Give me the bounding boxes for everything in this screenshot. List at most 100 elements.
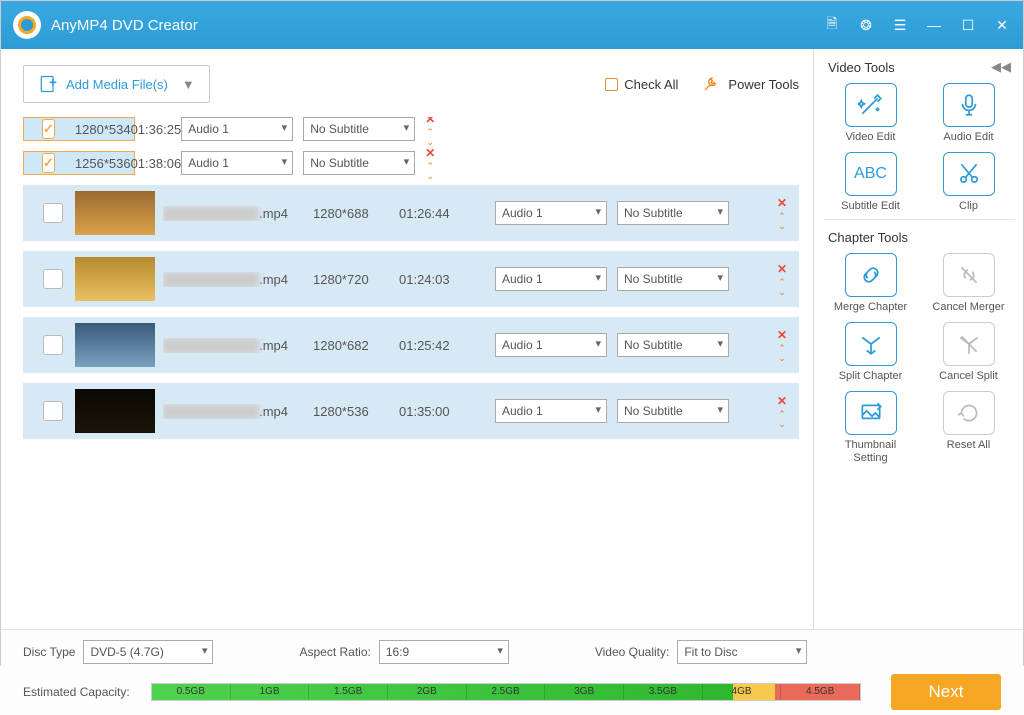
media-row[interactable]: ██████████.mp41280*68201:25:42 ✕ ⌃ ⌄: [23, 317, 799, 373]
subtitle-edit-tool[interactable]: ABC Subtitle Edit: [829, 152, 913, 213]
media-row[interactable]: ██████████.mp41256*53601:38:06✕⌃⌄: [23, 151, 135, 175]
image-icon: [845, 391, 897, 435]
subtitle-select[interactable]: [617, 399, 729, 423]
audio-select[interactable]: [495, 267, 607, 291]
scissors-icon: [943, 152, 995, 196]
unlink-icon: [943, 253, 995, 297]
audio-edit-tool[interactable]: Audio Edit: [927, 83, 1011, 144]
maximize-icon[interactable]: ☐: [959, 17, 977, 34]
media-row[interactable]: ██████████.mp41280*72001:24:03✕⌃⌄: [23, 251, 799, 307]
move-up-icon[interactable]: ⌃: [778, 410, 786, 418]
cancel-merger-label: Cancel Merger: [932, 301, 1004, 314]
row-controls: ✕ ⌃ ⌄: [777, 196, 787, 230]
add-file-icon: [38, 74, 58, 94]
aspect-ratio-select[interactable]: [379, 640, 509, 664]
tools-sidebar: Video Tools ◀◀ Video Edit Audio Edit ABC…: [813, 49, 1023, 629]
move-up-icon[interactable]: ⌃: [778, 278, 786, 286]
split-chapter-tool[interactable]: Split Chapter: [829, 322, 913, 383]
row-checkbox[interactable]: [43, 269, 63, 289]
help-icon[interactable]: ❂: [857, 17, 875, 34]
duration: 01:35:00: [399, 404, 495, 419]
move-up-icon[interactable]: ⌃: [426, 128, 434, 136]
video-quality-select[interactable]: [677, 640, 807, 664]
remove-icon[interactable]: ✕: [425, 146, 435, 160]
audio-select[interactable]: [181, 117, 293, 141]
minimize-icon[interactable]: —: [925, 17, 943, 33]
app-logo: [13, 11, 41, 39]
subtitle-select[interactable]: [617, 267, 729, 291]
capacity-tick: 2.5GB: [467, 684, 546, 700]
row-checkbox[interactable]: [43, 335, 63, 355]
thumbnail: [75, 323, 155, 367]
remove-icon[interactable]: ✕: [777, 262, 787, 276]
merge-chapter-tool[interactable]: Merge Chapter: [829, 253, 913, 314]
split-chapter-label: Split Chapter: [839, 370, 903, 383]
next-button[interactable]: Next: [891, 674, 1001, 710]
resolution: 1280*682: [313, 338, 399, 353]
cancel-merger-tool[interactable]: Cancel Merger: [927, 253, 1011, 314]
chevron-down-icon: ▼: [182, 77, 195, 92]
capacity-tick: 4GB: [703, 684, 782, 700]
aspect-ratio-label: Aspect Ratio:: [299, 645, 370, 659]
audio-select[interactable]: [181, 151, 293, 175]
move-up-icon[interactable]: ⌃: [778, 344, 786, 352]
checkbox-icon: [605, 78, 618, 91]
reset-icon: [943, 391, 995, 435]
subtitle-select[interactable]: [617, 333, 729, 357]
add-media-button[interactable]: Add Media File(s) ▼: [23, 65, 210, 103]
row-checkbox[interactable]: [42, 153, 55, 173]
move-down-icon[interactable]: ⌄: [426, 172, 434, 180]
move-down-icon[interactable]: ⌄: [426, 138, 434, 146]
video-edit-tool[interactable]: Video Edit: [829, 83, 913, 144]
capacity-tick: 0.5GB: [152, 684, 231, 700]
subtitle-edit-label: Subtitle Edit: [841, 200, 900, 213]
remove-icon[interactable]: ✕: [777, 394, 787, 408]
capacity-label: Estimated Capacity:: [23, 685, 141, 699]
row-checkbox[interactable]: [43, 203, 63, 223]
thumbnail-setting-tool[interactable]: Thumbnail Setting: [829, 391, 913, 465]
power-tools-button[interactable]: Power Tools: [702, 75, 799, 93]
move-down-icon[interactable]: ⌄: [778, 288, 786, 296]
capacity-tick: 4.5GB: [781, 684, 860, 700]
purchase-icon[interactable]: 🗎: [823, 13, 841, 37]
reset-all-tool[interactable]: Reset All: [927, 391, 1011, 465]
file-name: ██████████.mp4: [163, 272, 313, 287]
file-name: ██████████.mp4: [163, 338, 313, 353]
resolution: 1280*688: [313, 206, 399, 221]
audio-select[interactable]: [495, 333, 607, 357]
move-down-icon[interactable]: ⌄: [778, 420, 786, 428]
remove-icon[interactable]: ✕: [777, 328, 787, 342]
check-all-toggle[interactable]: Check All: [605, 77, 678, 92]
clip-tool[interactable]: Clip: [927, 152, 1011, 213]
subtitle-select[interactable]: [303, 117, 415, 141]
move-up-icon[interactable]: ⌃: [778, 212, 786, 220]
video-tools-heading: Video Tools: [828, 60, 895, 75]
power-tools-label: Power Tools: [728, 77, 799, 92]
video-quality-label: Video Quality:: [595, 645, 670, 659]
capacity-tick: 3.5GB: [624, 684, 703, 700]
subtitle-select[interactable]: [303, 151, 415, 175]
media-row[interactable]: ██████████.mp41280*68801:26:44✕⌃⌄: [23, 185, 799, 241]
thumbnail: [75, 389, 155, 433]
row-checkbox[interactable]: [42, 119, 55, 139]
audio-select[interactable]: [495, 399, 607, 423]
subtitle-select[interactable]: [617, 201, 729, 225]
close-icon[interactable]: ✕: [993, 17, 1011, 34]
duration: 01:25:42: [399, 338, 495, 353]
abc-icon: ABC: [845, 152, 897, 196]
row-checkbox[interactable]: [43, 401, 63, 421]
audio-select[interactable]: [495, 201, 607, 225]
move-down-icon[interactable]: ⌄: [778, 354, 786, 362]
media-row[interactable]: ██████████.mp41280*53601:35:00✕⌃⌄: [23, 383, 799, 439]
remove-icon[interactable]: ✕: [777, 196, 787, 210]
collapse-icon[interactable]: ◀◀: [991, 59, 1011, 75]
menu-icon[interactable]: ☰: [891, 17, 909, 34]
move-down-icon[interactable]: ⌄: [778, 222, 786, 230]
remove-icon[interactable]: ✕: [425, 117, 435, 126]
move-up-icon[interactable]: ⌃: [426, 162, 434, 170]
cancel-split-tool[interactable]: Cancel Split: [927, 322, 1011, 383]
cancel-split-icon: [943, 322, 995, 366]
media-row[interactable]: ██████████.mp41280*53401:36:25✕⌃⌄: [23, 117, 135, 141]
disc-type-select[interactable]: [83, 640, 213, 664]
reset-all-label: Reset All: [947, 439, 990, 452]
